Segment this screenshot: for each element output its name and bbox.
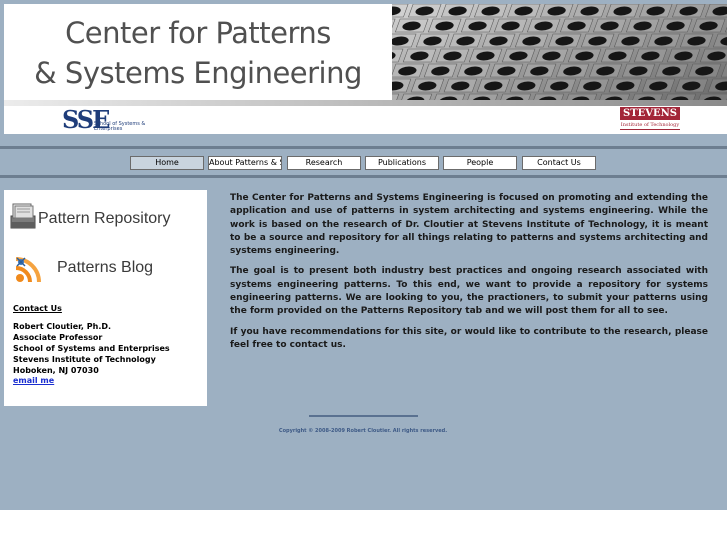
stevens-logo-subtitle: Institute of Technology <box>620 122 680 130</box>
stevens-logo[interactable]: STEVENS Institute of Technology <box>620 106 680 134</box>
repository-icon <box>10 203 36 229</box>
nav-about-patterns-se[interactable]: About Patterns & SE <box>208 156 282 170</box>
footer-divider <box>309 415 418 417</box>
nav-top-rule <box>0 146 727 149</box>
contact-heading: Contact Us <box>13 304 62 313</box>
pattern-repository-link[interactable]: Pattern Repository <box>4 196 207 236</box>
metal-tile <box>720 63 727 78</box>
site-title-line2: & Systems Engineering <box>34 56 362 90</box>
patterns-blog-link[interactable]: Patterns Blog <box>4 250 207 290</box>
nav-bottom-rule <box>0 175 727 178</box>
sidebar: Pattern Repository Patterns Blog Contact… <box>4 190 207 406</box>
sse-logo-caption: School of Systems & Enterprises <box>94 121 146 132</box>
email-link[interactable]: email me <box>13 376 54 385</box>
logo-strip: SSE School of Systems & Enterprises STEV… <box>4 106 727 134</box>
header-photo <box>392 4 727 102</box>
header-banner: Center for Patterns & Systems Engineerin… <box>4 4 727 102</box>
pattern-repository-label: Pattern Repository <box>38 210 171 227</box>
nav-contact-us[interactable]: Contact Us <box>522 156 596 170</box>
recommendations-paragraph: If you have recommendations for this sit… <box>230 326 708 350</box>
main-content: The Center for Patterns and Systems Engi… <box>230 192 708 359</box>
nav-home[interactable]: Home <box>130 156 204 170</box>
stevens-logo-word: STEVENS <box>620 107 680 120</box>
metal-tile <box>392 18 396 33</box>
contact-address: Hoboken, NJ 07030 <box>13 366 99 375</box>
contact-title: Associate Professor <box>13 333 103 342</box>
nav-research[interactable]: Research <box>287 156 361 170</box>
copyright-text: Copyright © 2008-2009 Robert Cloutier. A… <box>278 428 448 434</box>
contact-school: School of Systems and Enterprises <box>13 344 170 353</box>
patterns-blog-label: Patterns Blog <box>57 259 154 276</box>
rss-feed-icon <box>15 257 41 283</box>
page-background: Center for Patterns & Systems Engineerin… <box>0 0 727 510</box>
nav-people[interactable]: People <box>443 156 517 170</box>
nav-publications[interactable]: Publications <box>365 156 439 170</box>
sse-logo[interactable]: SSE School of Systems & Enterprises <box>54 106 154 134</box>
contact-name: Robert Cloutier, Ph.D. <box>13 322 112 331</box>
intro-paragraph: The Center for Patterns and Systems Engi… <box>230 193 708 257</box>
goal-paragraph: The goal is to present both industry bes… <box>230 266 708 317</box>
perforated-metal-image <box>392 4 727 102</box>
main-nav: Home About Patterns & SE Research Public… <box>0 151 727 173</box>
site-title-line1: Center for Patterns <box>65 16 331 50</box>
contact-institute: Stevens Institute of Technology <box>13 355 156 364</box>
